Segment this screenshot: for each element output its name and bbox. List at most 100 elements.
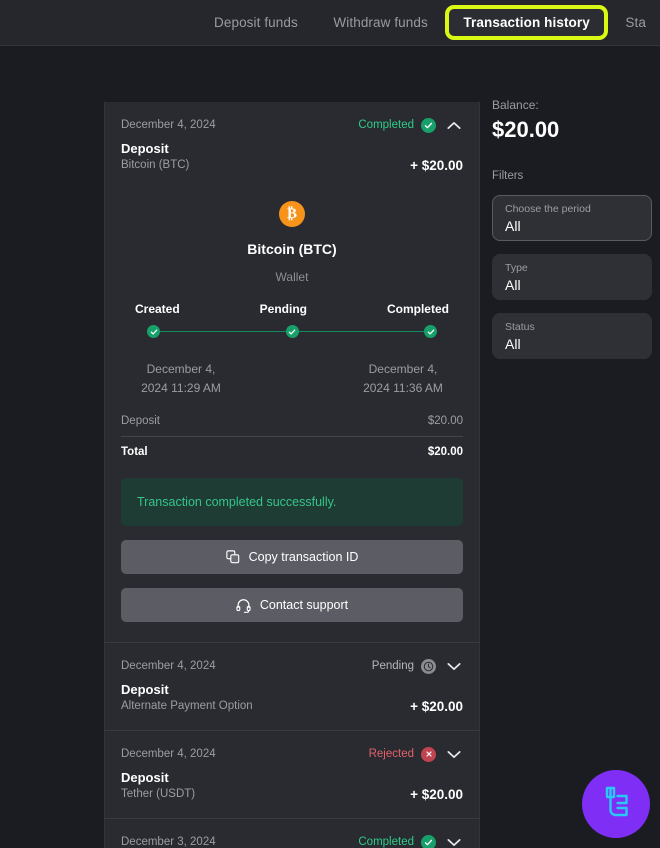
status-badge: Completed (358, 836, 414, 848)
top-navigation: Deposit funds Withdraw funds Transaction… (0, 0, 660, 46)
transaction-row-header[interactable]: December 4, 2024 Rejected Deposit Tether… (105, 731, 479, 818)
filter-period-value: All (505, 218, 521, 234)
transaction-detail-panel: ₿ Bitcoin (BTC) Wallet Created Pending C… (105, 189, 479, 642)
tab-deposit-funds[interactable]: Deposit funds (200, 9, 312, 36)
step-label-completed: Completed (386, 302, 449, 317)
created-time: 2024 11:29 AM (141, 380, 221, 395)
transaction-subtitle: Tether (USDT) (121, 787, 196, 800)
filter-status-value: All (505, 336, 521, 352)
contact-support-button[interactable]: Contact support (121, 588, 463, 623)
completed-timestamp: December 4, 2024 11:36 AM (343, 360, 463, 397)
completed-date: December 4, (368, 362, 438, 377)
tab-transaction-history[interactable]: Transaction history (445, 5, 608, 40)
detail-coin-name: Bitcoin (BTC) (247, 241, 337, 258)
chevron-up-icon[interactable] (445, 116, 463, 134)
transaction-date: December 4, 2024 (121, 119, 216, 131)
filter-type[interactable]: Type All (492, 254, 652, 300)
transaction-amount: + $20.00 (410, 158, 463, 174)
transaction-subtitle: Alternate Payment Option (121, 699, 253, 712)
transaction-subtitle: Bitcoin (BTC) (121, 158, 190, 171)
tab-statements[interactable]: Sta (611, 9, 660, 36)
transaction-status-group: Pending (372, 657, 463, 675)
tab-withdraw-funds[interactable]: Withdraw funds (319, 9, 441, 36)
check-circle-icon (421, 117, 436, 133)
created-date: December 4, (146, 362, 216, 377)
stepper-labels: Created Pending Completed (121, 302, 463, 316)
x-circle-icon (421, 746, 436, 762)
status-badge: Rejected (368, 748, 414, 761)
chevron-down-icon[interactable] (445, 657, 463, 675)
transaction-row-top: December 3, 2024 Completed (121, 833, 463, 848)
support-button-label: Contact support (259, 598, 349, 613)
chat-widget-button[interactable] (582, 770, 650, 838)
filter-period-label: Choose the period (505, 203, 591, 215)
amount-line-label: Deposit (121, 415, 160, 428)
table-row: December 4, 2024 Pending Deposit Alterna… (105, 643, 479, 732)
copy-icon (225, 550, 240, 564)
transaction-info: Deposit Alternate Payment Option (121, 681, 253, 714)
transaction-status-group: Completed (358, 116, 463, 134)
bitcoin-icon: ₿ (279, 201, 305, 228)
filter-period[interactable]: Choose the period All (492, 195, 652, 241)
transaction-date: December 4, 2024 (121, 660, 216, 673)
sidebar: Balance: $20.00 Filters Choose the perio… (480, 46, 660, 848)
transaction-row-header[interactable]: December 4, 2024 Completed Deposit Bitco… (105, 102, 479, 189)
step-dot-pending (285, 325, 299, 339)
transaction-status-group: Completed (358, 833, 463, 848)
stepper-line-2 (298, 330, 424, 333)
transaction-row-bottom: Deposit Tether (USDT) + $20.00 (121, 769, 463, 802)
balance-value: $20.00 (492, 117, 560, 142)
filter-type-label: Type (505, 262, 528, 274)
table-row: December 4, 2024 Rejected Deposit Tether… (105, 731, 479, 820)
filters-label: Filters (492, 170, 524, 182)
headset-icon (236, 598, 251, 613)
transaction-title: Deposit (121, 141, 169, 156)
transaction-date: December 4, 2024 (121, 748, 216, 761)
transaction-row-header[interactable]: December 3, 2024 Completed (105, 819, 479, 848)
transaction-row-top: December 4, 2024 Pending (121, 657, 463, 675)
detail-method: Wallet (275, 270, 309, 285)
filter-status-label: Status (505, 321, 535, 333)
copy-transaction-id-button[interactable]: Copy transaction ID (121, 540, 463, 575)
transaction-row-top: December 4, 2024 Rejected (121, 745, 463, 763)
amount-line: Deposit $20.00 (121, 415, 463, 436)
stepper-track (121, 325, 463, 339)
step-label-created: Created (135, 302, 180, 317)
detail-dates: December 4, 2024 11:29 AM December 4, 20… (121, 360, 463, 397)
step-dot-completed (424, 325, 437, 339)
stepper-line-1 (160, 330, 286, 333)
progress-stepper: Created Pending Completed (121, 302, 463, 339)
copy-button-label: Copy transaction ID (248, 550, 359, 565)
page-body: December 4, 2024 Completed Deposit Bitco… (0, 46, 660, 848)
transaction-info: Deposit Bitcoin (BTC) (121, 140, 189, 173)
table-row: December 3, 2024 Completed (105, 819, 479, 848)
transaction-info: Deposit Tether (USDT) (121, 769, 195, 802)
transaction-list: December 4, 2024 Completed Deposit Bitco… (104, 102, 480, 848)
total-label: Total (121, 446, 148, 459)
success-message: Transaction completed successfully. (121, 478, 463, 527)
step-label-pending: Pending (259, 302, 307, 317)
completed-time: 2024 11:36 AM (363, 380, 443, 395)
detail-amounts: Deposit $20.00 Total $20.00 (121, 415, 463, 458)
filter-status[interactable]: Status All (492, 313, 652, 359)
filter-type-value: All (505, 277, 521, 293)
clock-icon (421, 658, 436, 674)
left-spacer (0, 46, 104, 848)
transaction-title: Deposit (121, 770, 169, 786)
status-badge: Completed (358, 119, 414, 131)
total-value: $20.00 (427, 446, 463, 459)
step-dot-created (147, 325, 160, 339)
transaction-row-top: December 4, 2024 Completed (121, 116, 463, 134)
chevron-down-icon[interactable] (445, 745, 463, 763)
chat-widget-logo-icon (594, 780, 638, 829)
balance-label: Balance: (492, 98, 539, 112)
table-row: December 4, 2024 Completed Deposit Bitco… (105, 102, 479, 644)
transaction-row-bottom: Deposit Bitcoin (BTC) + $20.00 (121, 140, 463, 173)
transaction-row-header[interactable]: December 4, 2024 Pending Deposit Alterna… (105, 643, 479, 730)
created-timestamp: December 4, 2024 11:29 AM (121, 360, 241, 397)
transaction-amount: + $20.00 (410, 787, 463, 803)
transaction-date: December 3, 2024 (121, 836, 216, 848)
chevron-down-icon[interactable] (445, 833, 463, 848)
check-circle-icon (421, 834, 436, 848)
transaction-title: Deposit (121, 682, 169, 698)
